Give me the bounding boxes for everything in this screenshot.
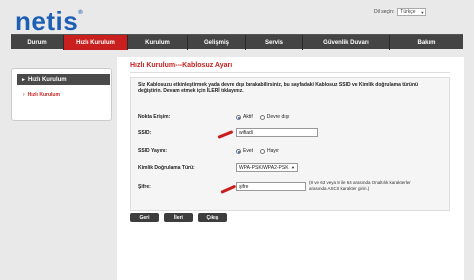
access-point-radio-group: Aktif Devre dışı	[236, 114, 294, 120]
password-hint-line: arasında ASCII karakter girin.)	[309, 186, 370, 191]
ssid-broadcast-option-yes[interactable]: Evet	[236, 148, 253, 154]
caret-right-icon: ►	[21, 76, 26, 83]
divider	[130, 72, 450, 73]
annotation-arrow	[217, 130, 234, 139]
sidebar: ► Hızlı Kurulum › Hızlı Kurulum	[11, 68, 112, 121]
tab-gelismis[interactable]: Gelişmiş	[188, 35, 246, 50]
next-button[interactable]: İleri	[164, 213, 193, 222]
chevron-down-icon: ▼	[420, 9, 425, 15]
tab-durum[interactable]: Durum	[11, 35, 64, 50]
tab-bakim[interactable]: Bakım	[390, 35, 463, 50]
exit-button[interactable]: Çıkış	[198, 213, 227, 222]
option-label: Devre dışı	[266, 114, 290, 120]
main-nav: Durum Hızlı Kurulum Kurulum Gelişmiş Ser…	[11, 34, 463, 50]
tab-guvenlik-duvari[interactable]: Güvenlik Duvarı	[303, 35, 390, 50]
tab-label: Durum	[27, 39, 47, 46]
tab-label: Bakım	[417, 39, 436, 46]
option-label: Evet	[243, 148, 254, 154]
description-text: Siz Kablosuzu etkinleştirmek yada devre …	[138, 82, 419, 94]
language-selector: Dil seçin: Türkçe ▼	[374, 8, 427, 16]
main-content: Hızlı Kurulum---Kablosuz Ayarı Siz Kablo…	[117, 57, 464, 280]
back-button[interactable]: Geri	[130, 213, 159, 222]
bullet-icon: ›	[23, 92, 25, 98]
netis-logo: netis®	[15, 6, 83, 37]
password-label: Şifre:	[138, 184, 151, 190]
sidebar-heading-label: Hızlı Kurulum	[27, 76, 67, 83]
auth-type-select[interactable]: WPA-PSK/WPA2-PSK ▼	[236, 163, 298, 172]
auth-type-value: WPA-PSK/WPA2-PSK	[239, 164, 289, 171]
ssid-label: SSID:	[138, 130, 152, 136]
tab-label: Güvenlik Duvarı	[323, 39, 369, 46]
sidebar-heading[interactable]: ► Hızlı Kurulum	[17, 74, 110, 85]
router-admin-page: netis® Dil seçin: Türkçe ▼ Durum Hızlı K…	[0, 0, 474, 280]
radio-icon	[260, 148, 266, 154]
option-label: Hayır	[267, 148, 279, 154]
radio-icon	[259, 114, 265, 120]
tab-label: Kurulum	[145, 39, 170, 46]
password-input[interactable]: şifre	[236, 182, 306, 191]
ssid-broadcast-label: SSID Yayını:	[138, 148, 168, 154]
auth-type-label: Kimlik Doğrulama Türü:	[138, 165, 195, 171]
tab-kurulum[interactable]: Kurulum	[128, 35, 188, 50]
registered-mark: ®	[78, 10, 84, 16]
ssid-broadcast-radio-group: Evet Hayır	[236, 148, 283, 154]
tab-label: Gelişmiş	[203, 39, 229, 46]
language-dropdown[interactable]: Türkçe ▼	[397, 8, 427, 16]
wireless-settings-panel: Siz Kablosuzu etkinleştirmek yada devre …	[130, 77, 450, 211]
ssid-broadcast-option-no[interactable]: Hayır	[260, 148, 279, 154]
annotation-arrow	[220, 184, 237, 194]
radio-selected-icon	[236, 148, 241, 154]
tab-label: Hızlı Kurulum	[76, 39, 115, 46]
option-label: Aktif	[243, 114, 253, 120]
access-point-label: Nokta Erişim:	[138, 114, 171, 120]
ssid-input[interactable]: wifiadi	[236, 128, 318, 137]
sidebar-item-label: Hızlı Kurulum	[27, 92, 60, 98]
access-point-option-disabled[interactable]: Devre dışı	[259, 114, 290, 120]
radio-selected-icon	[236, 114, 241, 120]
password-hint: (8 ve 63 veya 8 ile 64 arasında Onaltılı…	[309, 180, 411, 192]
tab-label: Servis	[264, 39, 283, 46]
tab-servis[interactable]: Servis	[246, 35, 303, 50]
logo-text: netis	[15, 6, 79, 36]
language-label: Dil seçin:	[374, 9, 395, 15]
language-value: Türkçe	[400, 9, 416, 15]
tab-hizli-kurulum[interactable]: Hızlı Kurulum	[64, 35, 128, 50]
page-title: Hızlı Kurulum---Kablosuz Ayarı	[130, 62, 233, 69]
sidebar-item-hizli-kurulum[interactable]: › Hızlı Kurulum	[23, 92, 60, 98]
access-point-option-active[interactable]: Aktif	[236, 114, 253, 120]
chevron-down-icon: ▼	[291, 165, 295, 170]
